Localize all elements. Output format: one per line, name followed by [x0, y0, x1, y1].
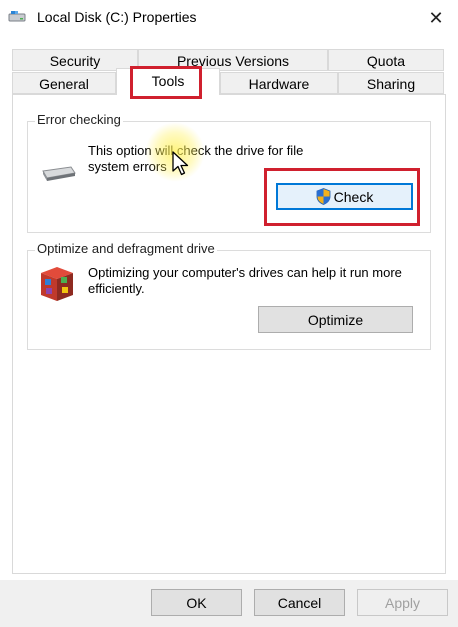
tab-quota[interactable]: Quota [328, 49, 444, 71]
tab-label: Sharing [366, 76, 416, 92]
tab-label: General [39, 76, 89, 92]
uac-shield-icon [316, 188, 331, 205]
drive-icon [42, 166, 76, 181]
apply-button-label: Apply [384, 594, 421, 611]
title-bar: Local Disk (C:) Properties ✕ [0, 0, 458, 36]
error-checking-description: This option will check the drive for fil… [88, 143, 304, 174]
optimize-label: Optimize and defragment drive [35, 241, 217, 256]
check-button[interactable]: Check [276, 183, 413, 210]
dialog-footer: OK Cancel Apply [0, 580, 458, 627]
tools-panel: Error checking This option will check th… [12, 94, 446, 574]
optimize-button-label: Optimize [307, 311, 364, 328]
tab-general[interactable]: General [12, 72, 116, 94]
tab-label: Tools [151, 73, 185, 89]
optimize-description: Optimizing your computer's drives can he… [88, 265, 402, 296]
mouse-pointer-icon [172, 151, 189, 176]
ok-button-label: OK [186, 594, 207, 611]
defrag-icon [41, 267, 73, 301]
check-button-label: Check [333, 188, 374, 205]
close-icon: ✕ [428, 7, 444, 28]
tab-tools[interactable]: Tools [116, 68, 220, 95]
optimize-button[interactable]: Optimize [258, 306, 413, 333]
drive-icon [8, 11, 26, 22]
error-checking-label: Error checking [35, 112, 123, 127]
cancel-button[interactable]: Cancel [254, 589, 345, 616]
tab-label: Previous Versions [176, 53, 290, 69]
ok-button[interactable]: OK [151, 589, 242, 616]
tab-hardware[interactable]: Hardware [220, 72, 338, 94]
cancel-button-label: Cancel [277, 594, 322, 611]
error-checking-group [27, 121, 431, 233]
tab-label: Quota [366, 53, 406, 69]
apply-button[interactable]: Apply [357, 589, 448, 616]
tab-label: Security [49, 53, 101, 69]
window-title: Local Disk (C:) Properties [37, 9, 197, 25]
tab-sharing[interactable]: Sharing [338, 72, 444, 94]
tab-label: Hardware [248, 76, 310, 92]
close-button[interactable]: ✕ [414, 0, 458, 36]
